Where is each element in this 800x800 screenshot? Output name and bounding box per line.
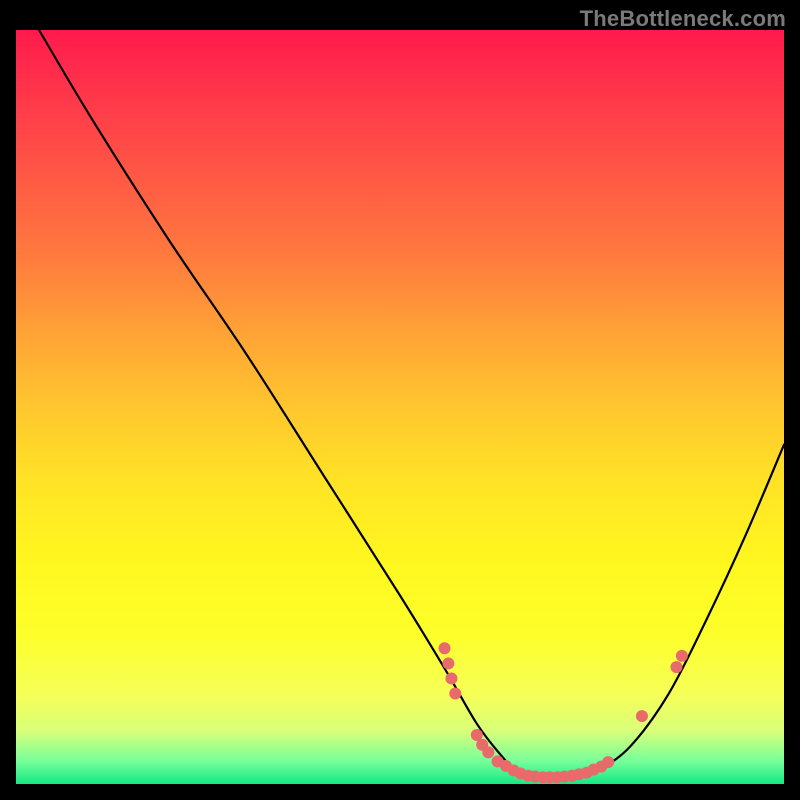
data-point bbox=[602, 756, 614, 768]
data-point bbox=[445, 672, 457, 684]
data-point bbox=[676, 650, 688, 662]
data-point bbox=[442, 657, 454, 669]
data-point bbox=[449, 688, 461, 700]
watermark-text: TheBottleneck.com bbox=[580, 6, 786, 32]
chart-svg bbox=[16, 30, 784, 784]
data-points-group bbox=[439, 642, 688, 783]
data-point bbox=[482, 746, 494, 758]
data-point bbox=[636, 710, 648, 722]
data-point bbox=[670, 661, 682, 673]
plot-area bbox=[16, 30, 784, 784]
chart-container: TheBottleneck.com bbox=[0, 0, 800, 800]
data-point bbox=[439, 642, 451, 654]
